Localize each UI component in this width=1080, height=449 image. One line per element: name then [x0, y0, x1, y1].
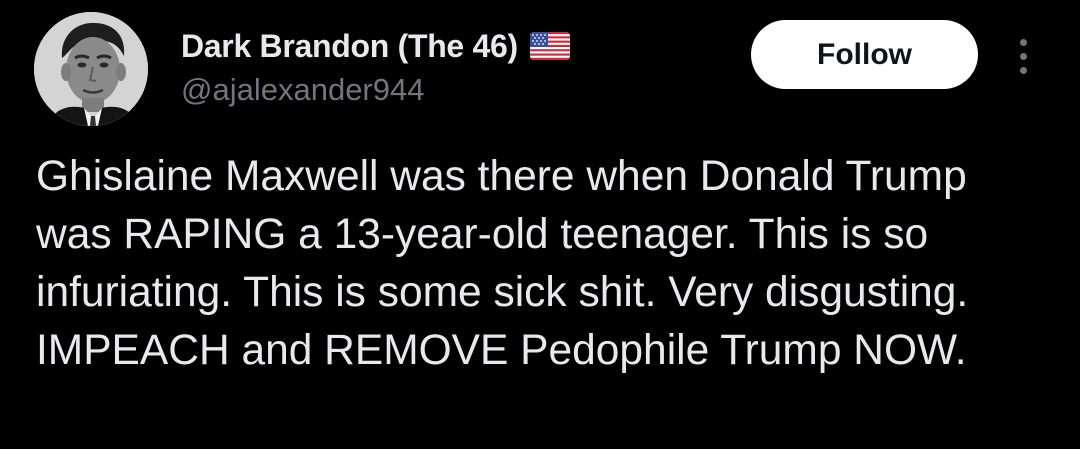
author-handle[interactable]: @ajalexander944	[181, 72, 424, 108]
more-dot	[1019, 38, 1027, 46]
avatar-image	[34, 12, 148, 126]
follow-button[interactable]: Follow	[751, 20, 978, 89]
us-flag-icon	[529, 32, 570, 60]
tweet-text: Ghislaine Maxwell was there when Donald …	[36, 153, 969, 374]
author-display-name[interactable]: Dark Brandon (The 46)	[181, 28, 518, 65]
more-dot	[1019, 66, 1027, 74]
author-name-row: Dark Brandon (The 46)	[181, 26, 570, 66]
more-vertical-icon[interactable]	[1005, 28, 1041, 84]
tweet-card: Dark Brandon (The 46) @ajalexander944 Fo…	[0, 0, 1080, 449]
avatar[interactable]	[34, 12, 148, 126]
more-dot	[1019, 52, 1027, 60]
